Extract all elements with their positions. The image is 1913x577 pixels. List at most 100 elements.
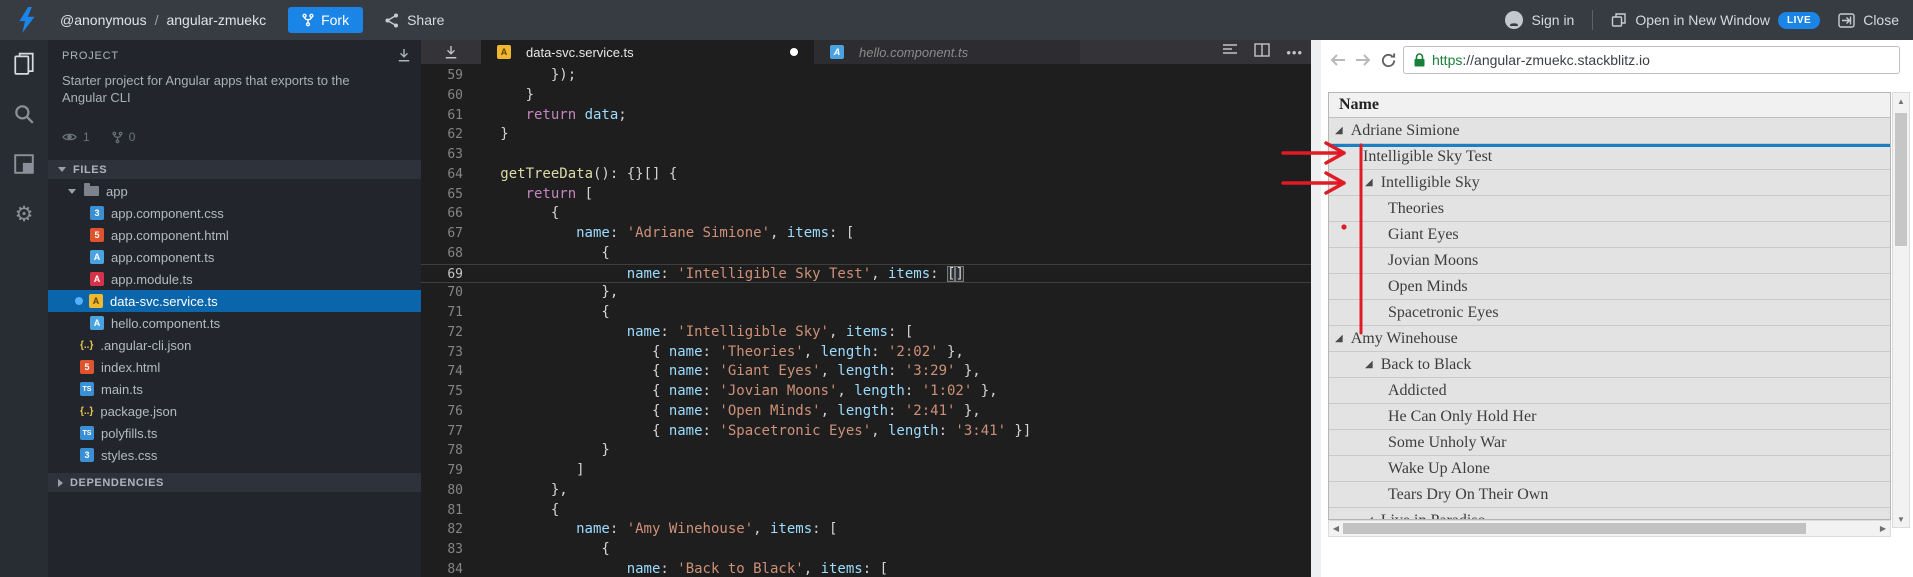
split-editor-icon[interactable] bbox=[1254, 42, 1271, 62]
open-in-new-window-button[interactable]: Open in New Window LIVE bbox=[1611, 11, 1821, 29]
tree-row[interactable]: Some Unholy War bbox=[1329, 430, 1890, 456]
forward-icon[interactable] bbox=[1352, 49, 1374, 71]
file-row[interactable]: TS polyfills.ts bbox=[48, 422, 421, 444]
vertical-scrollbar-thumb[interactable] bbox=[1895, 113, 1907, 246]
tree-expanded-icon[interactable]: ◢ bbox=[1365, 177, 1373, 188]
refresh-icon[interactable] bbox=[1377, 49, 1399, 71]
horizontal-scrollbar-thumb[interactable] bbox=[1343, 523, 1806, 534]
file-row[interactable]: 3 styles.css bbox=[48, 444, 421, 466]
code-line[interactable]: 71 { bbox=[421, 303, 1311, 323]
code-editor[interactable]: 59}); 60} 61 return data; 62} 63 64 getTreeData… bbox=[421, 64, 1311, 577]
code-line[interactable]: 80}, bbox=[421, 481, 1311, 501]
code-line[interactable]: 72 name: 'Intelligible Sky', items: [ bbox=[421, 323, 1311, 343]
back-icon[interactable] bbox=[1327, 49, 1349, 71]
code-line[interactable]: 76 { name: 'Open Minds', length: '2:41' }… bbox=[421, 402, 1311, 422]
editor-layout-icon[interactable] bbox=[12, 152, 36, 176]
file-row[interactable]: 3 app.component.css bbox=[48, 202, 421, 224]
file-row[interactable]: 5 app.component.html bbox=[48, 224, 421, 246]
file-row[interactable]: Adata-svc.service.ts bbox=[48, 290, 421, 312]
file-row[interactable]: {..} .angular-cli.json bbox=[48, 334, 421, 356]
fork-button[interactable]: Fork bbox=[288, 7, 364, 33]
code-line[interactable]: 79] bbox=[421, 461, 1311, 481]
code-line[interactable]: 65 return [ bbox=[421, 185, 1311, 205]
breadcrumb-project[interactable]: angular-zmuekc bbox=[166, 12, 266, 28]
code-line[interactable]: 70}, bbox=[421, 283, 1311, 303]
file-row[interactable]: Aapp.component.ts bbox=[48, 246, 421, 268]
code-line[interactable]: 82 name: 'Amy Winehouse', items: [ bbox=[421, 520, 1311, 540]
dependencies-section-label: DEPENDENCIES bbox=[70, 476, 164, 489]
tree-expanded-icon[interactable]: ◢ bbox=[1335, 333, 1343, 344]
code-line[interactable]: 63 bbox=[421, 145, 1311, 165]
search-icon[interactable] bbox=[12, 102, 36, 126]
code-line[interactable]: 66 { bbox=[421, 204, 1311, 224]
download-project-icon[interactable] bbox=[397, 48, 411, 63]
horizontal-scrollbar[interactable]: ◀ ▶ bbox=[1328, 520, 1891, 537]
tree-row[interactable]: ◢ Back to Black bbox=[1329, 352, 1890, 378]
share-button[interactable]: Share bbox=[385, 12, 444, 28]
code-line[interactable]: 78} bbox=[421, 441, 1311, 461]
editor-tab[interactable]: Adata-svc.service.ts bbox=[481, 40, 814, 64]
editor-preview-splitter[interactable] bbox=[1311, 40, 1321, 577]
code-line[interactable]: 84 name: 'Back to Black', items: [ bbox=[421, 560, 1311, 577]
settings-gear-icon[interactable]: ⚙ bbox=[12, 202, 36, 226]
tree-row[interactable]: Spacetronic Eyes bbox=[1329, 300, 1890, 326]
code-line[interactable]: 60} bbox=[421, 86, 1311, 106]
file-row[interactable]: TS main.ts bbox=[48, 378, 421, 400]
url-address-bar[interactable]: https://angular-zmuekc.stackblitz.io bbox=[1403, 46, 1900, 74]
tree-row[interactable]: ◢ Intelligible Sky bbox=[1329, 170, 1890, 196]
code-line[interactable]: 59}); bbox=[421, 66, 1311, 86]
code-line[interactable]: 74 { name: 'Giant Eyes', length: '3:29' }… bbox=[421, 362, 1311, 382]
tree-row-label: Wake Up Alone bbox=[1388, 459, 1490, 477]
stackblitz-logo-icon[interactable] bbox=[16, 7, 38, 33]
code-line[interactable]: 81 { bbox=[421, 501, 1311, 521]
code-line[interactable]: 75 { name: 'Jovian Moons', length: '1:02'… bbox=[421, 382, 1311, 402]
files-section-header[interactable]: FILES bbox=[48, 160, 421, 179]
tree-row[interactable]: Open Minds bbox=[1329, 274, 1890, 300]
tree-expanded-icon[interactable]: ◢ bbox=[1335, 125, 1343, 136]
code-line[interactable]: 83 { bbox=[421, 540, 1311, 560]
editor-tab[interactable]: Ahello.component.ts bbox=[814, 40, 1080, 64]
code-line[interactable]: 61 return data; bbox=[421, 106, 1311, 126]
tree-row[interactable]: Theories bbox=[1329, 196, 1890, 222]
tree-row[interactable]: Addicted bbox=[1329, 378, 1890, 404]
scroll-right-icon[interactable]: ▶ bbox=[1876, 521, 1890, 536]
download-file-icon[interactable] bbox=[421, 40, 481, 64]
tree-row[interactable]: He Can Only Hold Her bbox=[1329, 404, 1890, 430]
tree-row[interactable]: Tears Dry On Their Own bbox=[1329, 482, 1890, 508]
file-row[interactable]: app bbox=[48, 180, 421, 202]
close-button[interactable]: Close bbox=[1838, 12, 1899, 28]
tree-row[interactable]: Intelligible Sky Test bbox=[1329, 144, 1890, 170]
code-line[interactable]: 68 { bbox=[421, 244, 1311, 264]
code-line[interactable]: 69 name: 'Intelligible Sky Test', items: … bbox=[421, 263, 1311, 284]
breadcrumb-user[interactable]: @anonymous bbox=[60, 12, 147, 28]
code-line[interactable]: 64 getTreeData(): {}[] { bbox=[421, 165, 1311, 185]
tree-row[interactable]: ◢ Adriane Simione bbox=[1329, 118, 1890, 144]
tree-row[interactable]: ◢ Amy Winehouse bbox=[1329, 326, 1890, 352]
code-line[interactable]: 73 { name: 'Theories', length: '2:02' }, bbox=[421, 343, 1311, 363]
code-line[interactable]: 67 name: 'Adriane Simione', items: [ bbox=[421, 224, 1311, 244]
tree-row[interactable]: ◢ Live in Paradiso bbox=[1329, 508, 1890, 519]
scroll-left-icon[interactable]: ◀ bbox=[1329, 521, 1343, 536]
file-row[interactable]: Ahello.component.ts bbox=[48, 312, 421, 334]
code-line[interactable]: 77 { name: 'Spacetronic Eyes', length: '3… bbox=[421, 422, 1311, 442]
scroll-up-icon[interactable]: ▲ bbox=[1893, 93, 1909, 109]
file-row[interactable]: {..} package.json bbox=[48, 400, 421, 422]
json-file-icon: {..} bbox=[80, 339, 94, 351]
vertical-scrollbar[interactable]: ▲ ▼ bbox=[1892, 92, 1910, 528]
code-line[interactable]: 62} bbox=[421, 125, 1311, 145]
file-row[interactable]: Aapp.module.ts bbox=[48, 268, 421, 290]
tree-grid: Name ◢ Adriane Simione Intelligible Sky Te… bbox=[1328, 92, 1891, 520]
more-actions-icon[interactable]: ••• bbox=[1286, 46, 1303, 59]
sidebar: PROJECT Starter project for Angular apps… bbox=[48, 40, 421, 577]
outline-icon[interactable] bbox=[1222, 43, 1238, 62]
dependencies-section-header[interactable]: DEPENDENCIES bbox=[48, 473, 421, 492]
tree-row[interactable]: Wake Up Alone bbox=[1329, 456, 1890, 482]
file-row[interactable]: 5 index.html bbox=[48, 356, 421, 378]
tree-row[interactable]: Jovian Moons bbox=[1329, 248, 1890, 274]
tree-grid-header[interactable]: Name bbox=[1329, 93, 1890, 118]
tree-expanded-icon[interactable]: ◢ bbox=[1365, 359, 1373, 370]
scroll-down-icon[interactable]: ▼ bbox=[1893, 511, 1909, 527]
sign-in-button[interactable]: Sign in bbox=[1504, 10, 1574, 30]
project-files-icon[interactable] bbox=[12, 52, 36, 76]
tree-row[interactable]: Giant Eyes bbox=[1329, 222, 1890, 248]
